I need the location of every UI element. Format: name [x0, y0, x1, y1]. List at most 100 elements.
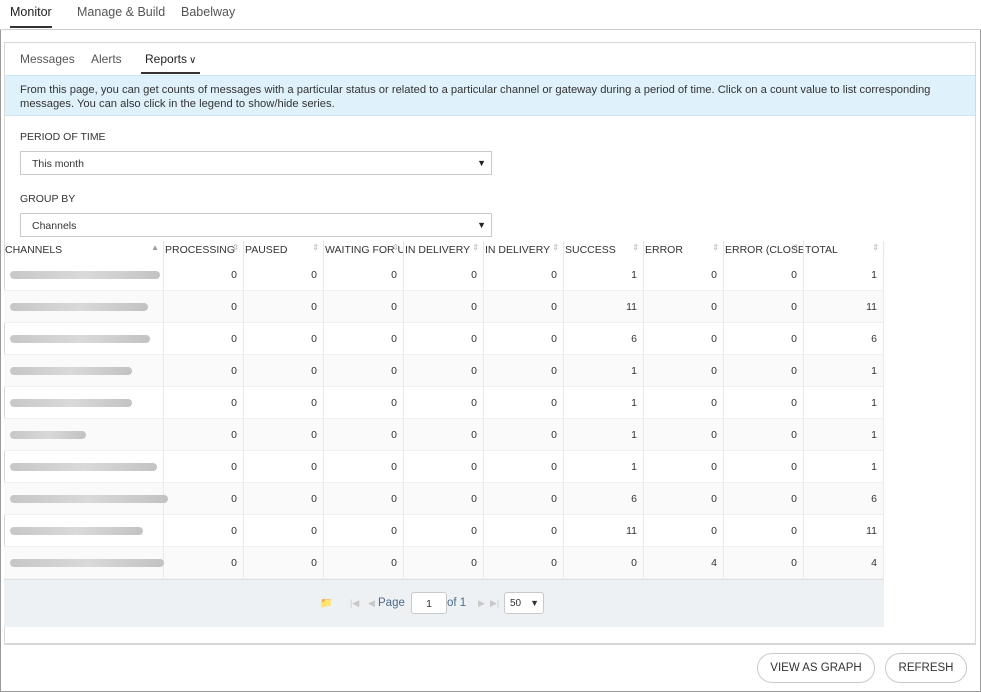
- tab-messages[interactable]: Messages: [20, 52, 75, 72]
- count-cell[interactable]: 0: [564, 547, 644, 579]
- count-cell[interactable]: 1: [804, 259, 884, 291]
- count-cell[interactable]: 0: [484, 291, 564, 323]
- count-cell[interactable]: 0: [164, 291, 244, 323]
- count-cell[interactable]: 0: [324, 547, 404, 579]
- count-cell[interactable]: 0: [244, 451, 324, 483]
- count-cell[interactable]: 0: [244, 355, 324, 387]
- count-cell[interactable]: 0: [164, 355, 244, 387]
- count-cell[interactable]: 6: [804, 323, 884, 355]
- count-cell[interactable]: 11: [564, 291, 644, 323]
- tab-alerts[interactable]: Alerts: [91, 52, 122, 72]
- count-cell[interactable]: 0: [644, 451, 724, 483]
- count-cell[interactable]: 0: [484, 355, 564, 387]
- count-cell[interactable]: 0: [724, 419, 804, 451]
- count-cell[interactable]: 0: [324, 323, 404, 355]
- count-cell[interactable]: 0: [324, 355, 404, 387]
- count-cell[interactable]: 11: [564, 515, 644, 547]
- count-cell[interactable]: 0: [724, 323, 804, 355]
- count-cell[interactable]: 1: [564, 259, 644, 291]
- view-as-graph-button[interactable]: VIEW AS GRAPH: [757, 653, 875, 683]
- count-cell[interactable]: 0: [244, 323, 324, 355]
- count-cell[interactable]: 0: [724, 355, 804, 387]
- count-cell[interactable]: 0: [484, 515, 564, 547]
- count-cell[interactable]: 0: [724, 259, 804, 291]
- count-cell[interactable]: 0: [484, 259, 564, 291]
- count-cell[interactable]: 1: [804, 355, 884, 387]
- page-number-input[interactable]: 1: [411, 592, 447, 614]
- count-cell[interactable]: 0: [244, 259, 324, 291]
- count-cell[interactable]: 0: [244, 419, 324, 451]
- count-cell[interactable]: 0: [404, 323, 484, 355]
- count-cell[interactable]: 0: [404, 547, 484, 579]
- refresh-button[interactable]: REFRESH: [885, 653, 967, 683]
- page-size-select[interactable]: 50 ▼: [504, 592, 544, 614]
- count-cell[interactable]: 0: [724, 387, 804, 419]
- count-cell[interactable]: 0: [724, 515, 804, 547]
- count-cell[interactable]: 0: [404, 291, 484, 323]
- count-cell[interactable]: 0: [244, 515, 324, 547]
- count-cell[interactable]: 0: [484, 419, 564, 451]
- count-cell[interactable]: 0: [404, 483, 484, 515]
- count-cell[interactable]: 6: [564, 483, 644, 515]
- count-cell[interactable]: 4: [644, 547, 724, 579]
- count-cell[interactable]: 1: [564, 451, 644, 483]
- count-cell[interactable]: 0: [164, 419, 244, 451]
- count-cell[interactable]: 4: [804, 547, 884, 579]
- period-select[interactable]: This month ▼: [20, 151, 492, 175]
- tab-babelway[interactable]: Babelway: [181, 5, 235, 26]
- count-cell[interactable]: 0: [484, 451, 564, 483]
- column-header[interactable]: SUCCESS ⇳: [564, 241, 644, 259]
- next-page-icon[interactable]: ▶: [478, 598, 485, 609]
- column-header[interactable]: PROCESSING ⇳: [164, 241, 244, 259]
- tab-monitor[interactable]: Monitor: [10, 5, 52, 28]
- column-header[interactable]: TOTAL ⇳: [804, 241, 884, 259]
- column-header[interactable]: ERROR (CLOSEI ⇳: [724, 241, 804, 259]
- count-cell[interactable]: 0: [324, 259, 404, 291]
- count-cell[interactable]: 0: [404, 387, 484, 419]
- column-header[interactable]: WAITING FOR U ⇳: [324, 241, 404, 259]
- count-cell[interactable]: 0: [324, 419, 404, 451]
- column-header[interactable]: ERROR ⇳: [644, 241, 724, 259]
- count-cell[interactable]: 0: [164, 451, 244, 483]
- column-header[interactable]: CHANNELS ▲: [4, 241, 164, 259]
- count-cell[interactable]: 0: [164, 547, 244, 579]
- count-cell[interactable]: 1: [804, 387, 884, 419]
- count-cell[interactable]: 0: [644, 355, 724, 387]
- count-cell[interactable]: 0: [244, 547, 324, 579]
- count-cell[interactable]: 0: [644, 291, 724, 323]
- count-cell[interactable]: 0: [164, 323, 244, 355]
- count-cell[interactable]: 0: [724, 483, 804, 515]
- count-cell[interactable]: 0: [404, 355, 484, 387]
- count-cell[interactable]: 0: [324, 515, 404, 547]
- count-cell[interactable]: 0: [164, 259, 244, 291]
- count-cell[interactable]: 0: [484, 547, 564, 579]
- count-cell[interactable]: 0: [324, 483, 404, 515]
- column-header[interactable]: IN DELIVERY ⇳: [484, 241, 564, 259]
- folder-icon[interactable]: 📁: [320, 598, 332, 609]
- count-cell[interactable]: 11: [804, 515, 884, 547]
- count-cell[interactable]: 0: [404, 419, 484, 451]
- count-cell[interactable]: 6: [564, 323, 644, 355]
- count-cell[interactable]: 0: [484, 387, 564, 419]
- count-cell[interactable]: 0: [404, 451, 484, 483]
- count-cell[interactable]: 1: [804, 419, 884, 451]
- group-by-select[interactable]: Channels ▼: [20, 213, 492, 237]
- count-cell[interactable]: 0: [644, 515, 724, 547]
- count-cell[interactable]: 1: [804, 451, 884, 483]
- count-cell[interactable]: 0: [244, 291, 324, 323]
- column-header[interactable]: IN DELIVERY ⇳: [404, 241, 484, 259]
- count-cell[interactable]: 0: [644, 259, 724, 291]
- count-cell[interactable]: 0: [484, 323, 564, 355]
- count-cell[interactable]: 0: [724, 291, 804, 323]
- count-cell[interactable]: 0: [404, 259, 484, 291]
- count-cell[interactable]: 0: [724, 451, 804, 483]
- count-cell[interactable]: 0: [724, 547, 804, 579]
- count-cell[interactable]: 0: [644, 483, 724, 515]
- count-cell[interactable]: 0: [244, 387, 324, 419]
- last-page-icon[interactable]: ▶|: [490, 598, 499, 609]
- count-cell[interactable]: 11: [804, 291, 884, 323]
- count-cell[interactable]: 0: [644, 419, 724, 451]
- count-cell[interactable]: 6: [804, 483, 884, 515]
- count-cell[interactable]: 0: [164, 387, 244, 419]
- first-page-icon[interactable]: |◀: [350, 598, 359, 609]
